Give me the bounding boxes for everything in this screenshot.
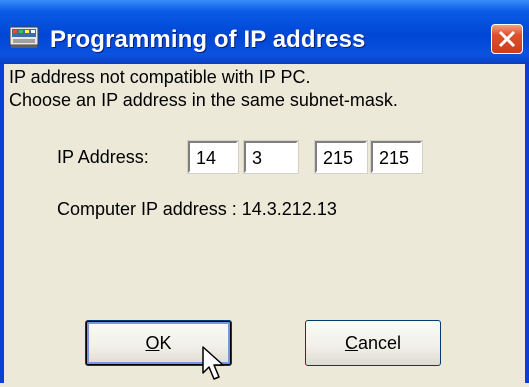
ip-octet-4-input[interactable]: [370, 140, 423, 174]
dialog-body: IP address not compatible with IP PC. Ch…: [4, 64, 525, 383]
message-line-1: IP address not compatible with IP PC.: [9, 67, 311, 87]
message-line-2: Choose an IP address in the same subnet-…: [9, 90, 398, 110]
close-icon: [498, 30, 516, 48]
ip-octet-3-input[interactable]: [314, 140, 368, 174]
dialog-window: Programming of IP address IP address not…: [0, 0, 529, 383]
window-title: Programming of IP address: [50, 26, 366, 53]
mouse-pointer-icon: [202, 346, 228, 387]
ip-octet-1-input[interactable]: [187, 140, 239, 174]
ip-address-label: IP Address:: [57, 147, 149, 167]
cancel-button-label: Cancel: [344, 333, 402, 353]
title-bar[interactable]: Programming of IP address: [0, 0, 529, 64]
computer-ip-address-text: Computer IP address : 14.3.212.13: [57, 199, 337, 219]
app-network-icon: [9, 25, 39, 49]
ip-octet-2-input[interactable]: [243, 140, 299, 174]
window-border-right: [525, 64, 529, 383]
cancel-button[interactable]: Cancel: [305, 320, 441, 366]
close-button[interactable]: [491, 24, 523, 54]
